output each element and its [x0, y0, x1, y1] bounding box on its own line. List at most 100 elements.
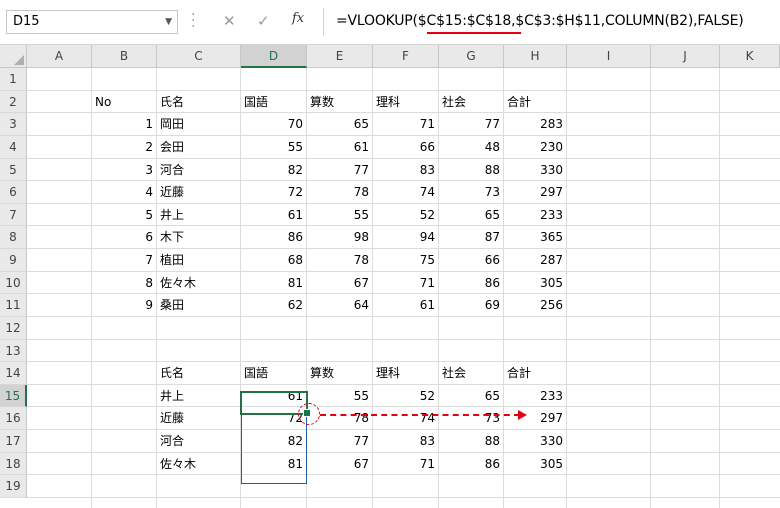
cell-e15[interactable]: 55 [307, 385, 373, 407]
cell-d10[interactable]: 81 [241, 272, 307, 294]
row-header-9[interactable]: 9 [0, 249, 27, 272]
cell-f17[interactable]: 83 [373, 430, 439, 453]
cell-f9[interactable]: 75 [373, 249, 439, 272]
cell-f18[interactable]: 71 [373, 453, 439, 475]
row-header-17[interactable]: 17 [0, 430, 27, 453]
row-header-1[interactable]: 1 [0, 68, 27, 91]
cell-g2[interactable]: 社会 [439, 91, 504, 113]
column-header-i[interactable]: I [567, 45, 651, 68]
cell-d3[interactable]: 70 [241, 113, 307, 136]
row-header-6[interactable]: 6 [0, 181, 27, 204]
cell-h18[interactable]: 305 [504, 453, 567, 475]
row-header-18[interactable]: 18 [0, 453, 27, 475]
cell-b3[interactable]: 1 [92, 113, 157, 136]
cell-c15[interactable]: 井上 [157, 385, 241, 407]
cell-b4[interactable]: 2 [92, 136, 157, 159]
cell-c2[interactable]: 氏名 [157, 91, 241, 113]
cell-b5[interactable]: 3 [92, 159, 157, 181]
cell-h2[interactable]: 合計 [504, 91, 567, 113]
column-header-d[interactable]: D [241, 45, 307, 68]
cell-f16[interactable]: 74 [373, 407, 439, 430]
row-header-11[interactable]: 11 [0, 294, 27, 317]
cell-d4[interactable]: 55 [241, 136, 307, 159]
cell-f10[interactable]: 71 [373, 272, 439, 294]
cell-d2[interactable]: 国語 [241, 91, 307, 113]
row-header-8[interactable]: 8 [0, 226, 27, 249]
cell-c17[interactable]: 河合 [157, 430, 241, 453]
cell-e6[interactable]: 78 [307, 181, 373, 204]
column-header-k[interactable]: K [720, 45, 780, 68]
cell-e18[interactable]: 67 [307, 453, 373, 475]
cell-e5[interactable]: 77 [307, 159, 373, 181]
cell-g17[interactable]: 88 [439, 430, 504, 453]
cell-h17[interactable]: 330 [504, 430, 567, 453]
cell-g10[interactable]: 86 [439, 272, 504, 294]
cell-f7[interactable]: 52 [373, 204, 439, 226]
cell-d14[interactable]: 国語 [241, 362, 307, 385]
cell-e11[interactable]: 64 [307, 294, 373, 317]
insert-function-icon[interactable]: fx [292, 11, 304, 26]
column-header-c[interactable]: C [157, 45, 241, 68]
cell-c18[interactable]: 佐々木 [157, 453, 241, 475]
cell-d5[interactable]: 82 [241, 159, 307, 181]
cell-h8[interactable]: 365 [504, 226, 567, 249]
row-header-15[interactable]: 15 [0, 385, 27, 407]
cell-f8[interactable]: 94 [373, 226, 439, 249]
row-header-2[interactable]: 2 [0, 91, 27, 113]
cell-g5[interactable]: 88 [439, 159, 504, 181]
cell-d7[interactable]: 61 [241, 204, 307, 226]
cell-b8[interactable]: 6 [92, 226, 157, 249]
cell-g14[interactable]: 社会 [439, 362, 504, 385]
cell-c4[interactable]: 会田 [157, 136, 241, 159]
cell-f3[interactable]: 71 [373, 113, 439, 136]
cell-h16[interactable]: 297 [504, 407, 567, 430]
cell-c14[interactable]: 氏名 [157, 362, 241, 385]
cell-f14[interactable]: 理科 [373, 362, 439, 385]
cell-e3[interactable]: 65 [307, 113, 373, 136]
cell-d6[interactable]: 72 [241, 181, 307, 204]
cell-b2[interactable]: No [92, 91, 157, 113]
cell-h4[interactable]: 230 [504, 136, 567, 159]
cell-g16[interactable]: 73 [439, 407, 504, 430]
row-header-10[interactable]: 10 [0, 272, 27, 294]
row-header-5[interactable]: 5 [0, 159, 27, 181]
cancel-icon[interactable]: ✕ [223, 12, 236, 30]
cell-g3[interactable]: 77 [439, 113, 504, 136]
cell-g9[interactable]: 66 [439, 249, 504, 272]
cell-f15[interactable]: 52 [373, 385, 439, 407]
cell-h15[interactable]: 233 [504, 385, 567, 407]
column-header-g[interactable]: G [439, 45, 504, 68]
cell-h3[interactable]: 283 [504, 113, 567, 136]
row-header-13[interactable]: 13 [0, 340, 27, 362]
cell-c8[interactable]: 木下 [157, 226, 241, 249]
cell-e8[interactable]: 98 [307, 226, 373, 249]
cell-b10[interactable]: 8 [92, 272, 157, 294]
cell-g8[interactable]: 87 [439, 226, 504, 249]
cell-b11[interactable]: 9 [92, 294, 157, 317]
chevron-down-icon[interactable]: ▼ [165, 17, 172, 27]
cell-f2[interactable]: 理科 [373, 91, 439, 113]
row-header-3[interactable]: 3 [0, 113, 27, 136]
cell-e10[interactable]: 67 [307, 272, 373, 294]
cell-f6[interactable]: 74 [373, 181, 439, 204]
cell-e14[interactable]: 算数 [307, 362, 373, 385]
cell-e4[interactable]: 61 [307, 136, 373, 159]
cell-h14[interactable]: 合計 [504, 362, 567, 385]
column-header-e[interactable]: E [307, 45, 373, 68]
name-box[interactable]: D15 ▼ [6, 10, 178, 34]
cell-e17[interactable]: 77 [307, 430, 373, 453]
cell-h10[interactable]: 305 [504, 272, 567, 294]
cell-g18[interactable]: 86 [439, 453, 504, 475]
cell-f11[interactable]: 61 [373, 294, 439, 317]
cell-f4[interactable]: 66 [373, 136, 439, 159]
column-header-h[interactable]: H [504, 45, 567, 68]
column-header-b[interactable]: B [92, 45, 157, 68]
cell-c7[interactable]: 井上 [157, 204, 241, 226]
select-all-button[interactable] [0, 45, 27, 68]
cell-d11[interactable]: 62 [241, 294, 307, 317]
cell-e7[interactable]: 55 [307, 204, 373, 226]
row-header-14[interactable]: 14 [0, 362, 27, 385]
row-header-12[interactable]: 12 [0, 317, 27, 340]
row-header-16[interactable]: 16 [0, 407, 27, 430]
row-header-4[interactable]: 4 [0, 136, 27, 159]
